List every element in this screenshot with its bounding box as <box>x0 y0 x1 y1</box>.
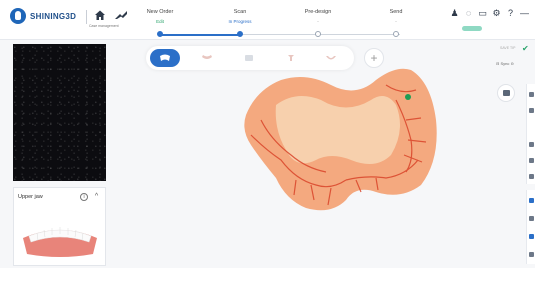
bottom-area <box>0 268 535 304</box>
lower-jaw-tool[interactable] <box>192 49 222 67</box>
top-bar: SHINING3D Case management New Order Edit… <box>0 0 535 40</box>
upper-jaw-tool[interactable] <box>150 49 180 67</box>
tool-icon[interactable] <box>529 158 534 163</box>
tool-icon[interactable] <box>529 174 534 179</box>
logo: SHINING3D <box>10 8 76 24</box>
step-title: Send <box>389 9 403 15</box>
help-icon[interactable]: ? <box>506 9 515 18</box>
minimize-icon[interactable]: — <box>520 9 529 18</box>
step-status: Edit <box>156 19 164 24</box>
scan-wand-icon[interactable] <box>114 10 128 20</box>
step-status: - <box>317 19 319 24</box>
camera-noise <box>13 44 106 181</box>
tool-icon[interactable] <box>529 92 534 97</box>
step-dot-send[interactable] <box>393 31 399 37</box>
progress-fill <box>160 33 240 36</box>
jaw-card-title: Upper jaw <box>18 194 43 200</box>
camera-button[interactable] <box>497 84 515 102</box>
step-status: - <box>395 19 397 24</box>
save-tip-label: SAVE TIP <box>500 46 516 50</box>
app-window: SHINING3D Case management New Order Edit… <box>0 0 535 304</box>
gear-icon[interactable]: ⚙ <box>492 9 501 18</box>
window-controls: ♟ ◌ ▭ ⚙ ? — <box>450 9 529 18</box>
step-dot-pre-design[interactable] <box>315 31 321 37</box>
header-divider <box>86 10 87 24</box>
logo-text: SHINING3D <box>30 11 77 21</box>
step-new-order[interactable]: New Order Edit <box>147 9 174 24</box>
home-icon[interactable] <box>94 9 106 21</box>
step-title: Scan <box>233 9 247 15</box>
check-icon: ✔ <box>522 44 529 53</box>
step-dot-new-order[interactable] <box>157 31 163 37</box>
user-icon[interactable]: ♟ <box>450 9 459 18</box>
step-title: New Order <box>146 9 174 15</box>
tool-icon[interactable] <box>529 198 534 203</box>
tool-icon[interactable] <box>529 216 534 221</box>
tooth-logo-icon <box>10 8 26 24</box>
step-title: Pre-design <box>304 9 332 15</box>
tool-icon[interactable] <box>529 142 534 147</box>
step-scan[interactable]: Scan In Progress <box>228 9 251 24</box>
3d-scan-model[interactable] <box>236 60 441 215</box>
screen-icon[interactable]: ▭ <box>478 9 487 18</box>
side-tool-strip-lower <box>526 190 535 264</box>
jaw-card[interactable]: Upper jaw i ^ <box>13 187 106 266</box>
step-status: In Progress <box>228 19 252 24</box>
settings-icon[interactable]: ◌ <box>464 9 473 18</box>
lower-jaw-icon <box>202 55 212 59</box>
chevron-up-icon[interactable]: ^ <box>92 192 101 201</box>
tool-icon[interactable] <box>529 108 534 113</box>
step-send[interactable]: Send - <box>390 9 403 24</box>
home-label: Case management <box>89 24 119 28</box>
connection-status-pill <box>462 26 482 31</box>
tool-icon[interactable] <box>529 252 534 257</box>
scan-marker <box>405 94 411 100</box>
upper-jaw-icon <box>160 54 170 61</box>
side-tool-strip <box>526 84 535 184</box>
sync-toggle[interactable]: ⊟ Sync ⊝ <box>496 61 514 66</box>
tool-icon[interactable] <box>529 234 534 239</box>
info-icon[interactable]: i <box>80 193 88 201</box>
workflow-steps: New Order Edit Scan In Progress Pre-desi… <box>147 9 403 37</box>
camera-preview <box>13 44 106 181</box>
step-dot-scan[interactable] <box>237 31 243 37</box>
upper-jaw-thumbnail <box>23 227 97 257</box>
step-pre-design[interactable]: Pre-design - <box>305 9 332 24</box>
